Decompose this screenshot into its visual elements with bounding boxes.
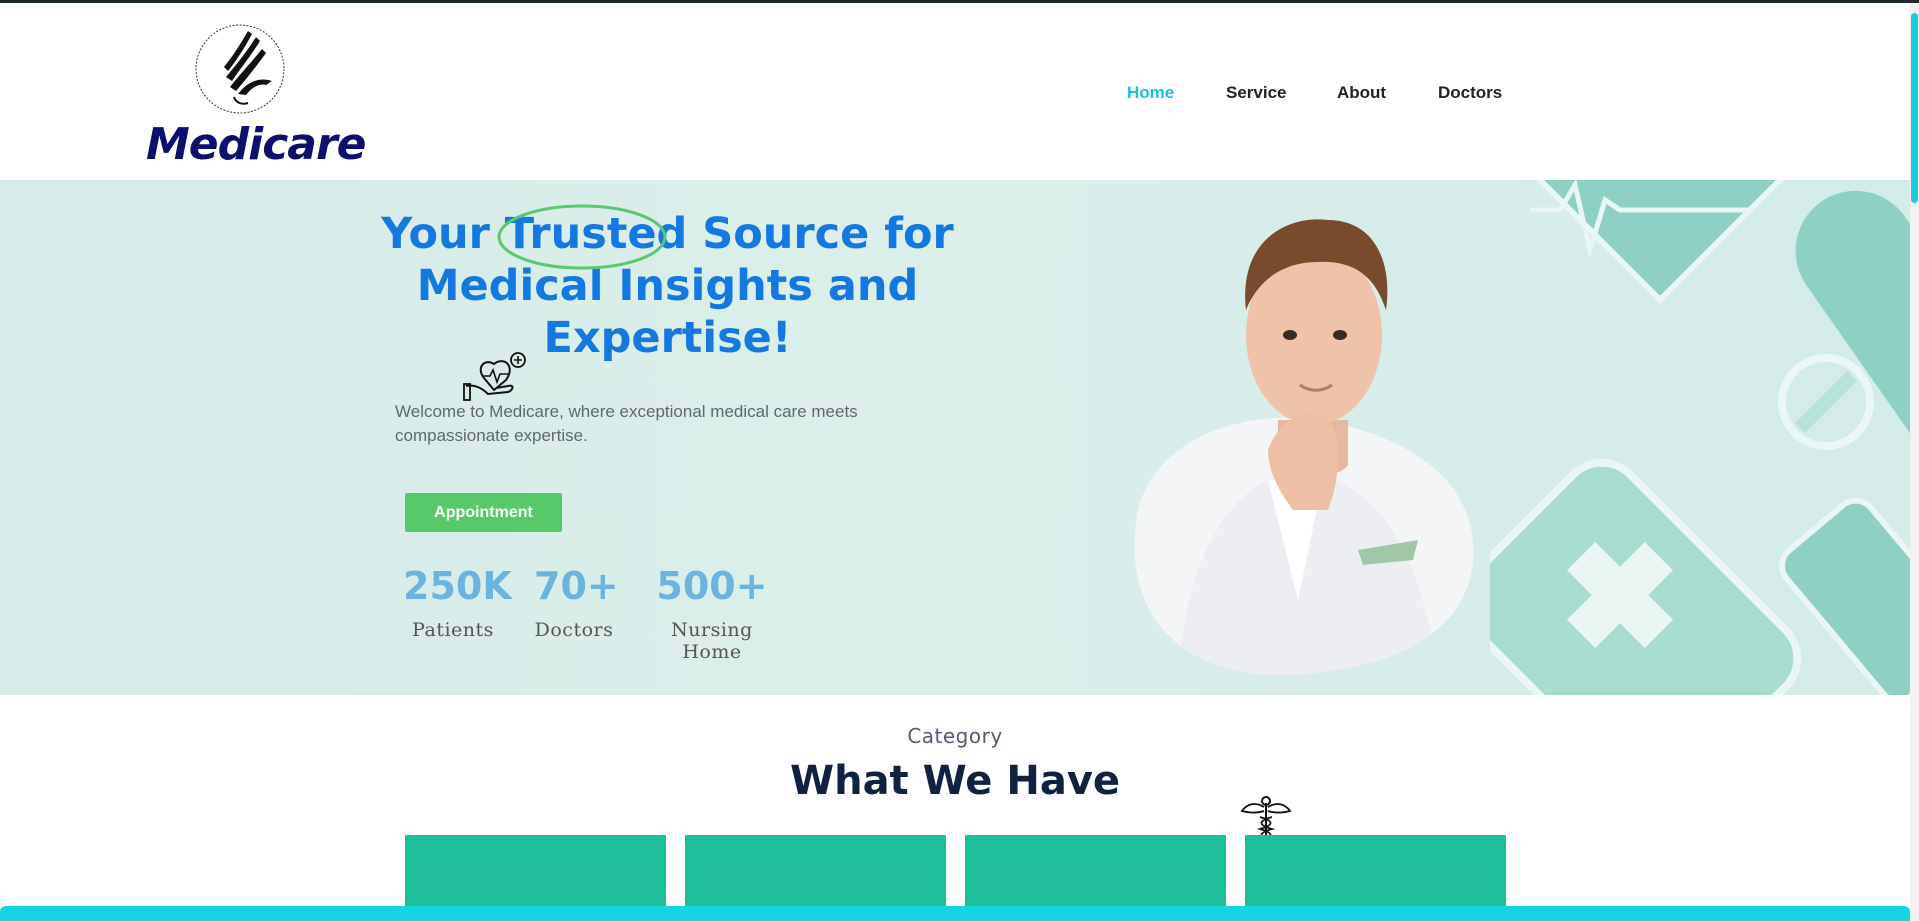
- medical-decoration-graphic: [1490, 180, 1910, 695]
- page-scrollbar[interactable]: [1910, 3, 1919, 921]
- section-eyebrow: Category: [907, 724, 1003, 748]
- appointment-button[interactable]: Appointment: [405, 493, 562, 532]
- section-title: What We Have: [789, 758, 1121, 804]
- stat-label: Patients: [412, 619, 494, 641]
- stat-label: Nursing Home: [671, 619, 753, 663]
- stat-value: 500+: [656, 564, 768, 608]
- circle-highlight-icon: [497, 204, 667, 270]
- stat-doctors: 70+ Doctors: [534, 563, 619, 641]
- hand-holding-heart-icon: [463, 352, 526, 401]
- category-card-4[interactable]: [1245, 835, 1506, 910]
- bottom-scroll-bar: [0, 906, 1910, 921]
- title-line-3: Expertise!: [543, 313, 792, 363]
- site-header: Medicare Home Service About Doctors: [0, 3, 1910, 179]
- hero-title: Your Trusted Source for Medical Insights…: [380, 204, 955, 364]
- category-card-3[interactable]: [965, 835, 1226, 910]
- doctor-portrait-image: [1134, 219, 1474, 675]
- hhs-eagle-seal-icon: [195, 24, 285, 114]
- brand-wordmark: Medicare: [146, 119, 367, 170]
- hero-section: Your Trusted Source for Medical Insights…: [0, 180, 1910, 695]
- stat-nursing-home: 500+ Nursing Home: [640, 563, 784, 663]
- category-card-2[interactable]: [685, 835, 946, 910]
- stat-value: 250K: [403, 564, 512, 608]
- nav-service-link[interactable]: Service: [1226, 83, 1287, 103]
- category-card-1[interactable]: [405, 835, 666, 910]
- title-highlight-word: Trusted: [497, 204, 687, 270]
- medicare-logo[interactable]: Medicare: [146, 19, 367, 170]
- title-part-before: Your: [381, 209, 505, 259]
- stat-patients: 250K Patients: [403, 563, 512, 641]
- title-part-after: Source for: [687, 209, 954, 259]
- nav-about-link[interactable]: About: [1337, 83, 1386, 103]
- stat-label: Doctors: [534, 619, 614, 641]
- stat-value: 70+: [534, 564, 619, 608]
- hero-description: Welcome to Medicare, where exceptional m…: [395, 402, 858, 445]
- nav-home-link[interactable]: Home: [1127, 83, 1174, 103]
- scrollbar-thumb[interactable]: [1911, 13, 1918, 203]
- nav-doctors-link[interactable]: Doctors: [1438, 83, 1502, 103]
